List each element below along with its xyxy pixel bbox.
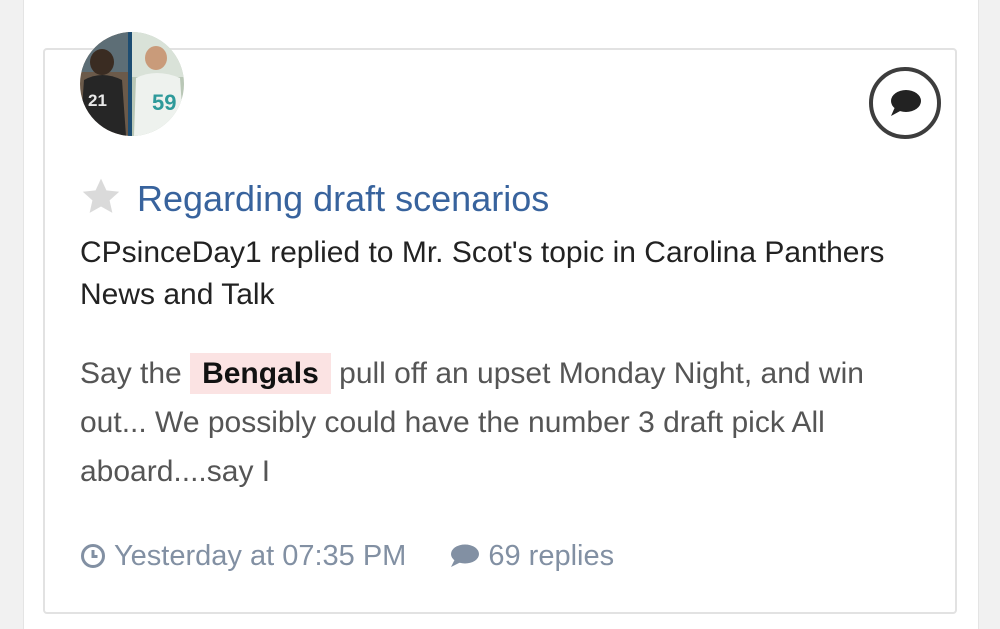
replies-count[interactable]: 69 replies — [448, 540, 614, 573]
replies-label: 69 replies — [488, 539, 615, 572]
timestamp-link[interactable]: Yesterday at 07:35 PM — [80, 540, 406, 573]
activity-card — [43, 48, 957, 614]
activity-summary: CPsinceDay1 replied to Mr. Scot's topic … — [80, 236, 885, 311]
star-icon[interactable] — [80, 176, 122, 218]
comment-icon — [451, 544, 480, 567]
search-highlight: Bengals — [190, 353, 331, 394]
topic-title-link[interactable]: Regarding draft scenarios — [137, 177, 549, 221]
speech-bubble-icon — [869, 67, 941, 139]
meta-row: Yesterday at 07:35 PM 69 replies — [80, 534, 614, 578]
svg-text:59: 59 — [152, 90, 176, 115]
avatar[interactable]: 21 59 — [80, 32, 184, 136]
clock-icon — [81, 544, 105, 568]
timestamp: Yesterday at 07:35 PM — [114, 539, 407, 572]
post-excerpt: Say the Bengals pull off an upset Monday… — [80, 349, 900, 496]
svg-text:21: 21 — [88, 91, 107, 110]
excerpt-text-before: Say the — [80, 357, 191, 390]
